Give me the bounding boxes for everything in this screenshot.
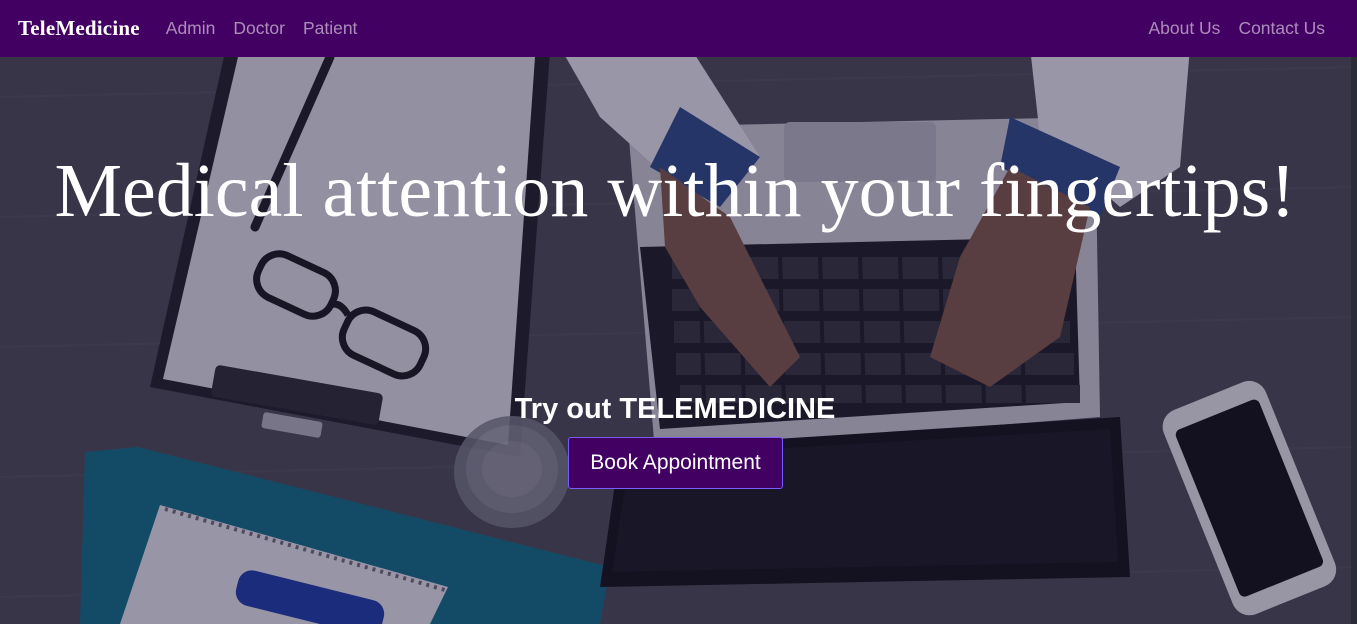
nav-left-links: Admin Doctor Patient xyxy=(166,18,376,39)
nav-link-admin[interactable]: Admin xyxy=(166,18,216,39)
cta-tagline: Try out TELEMEDICINE xyxy=(514,393,836,425)
navbar: TeleMedicine Admin Doctor Patient About … xyxy=(0,0,1357,57)
book-appointment-button[interactable]: Book Appointment xyxy=(568,437,783,489)
nav-link-patient[interactable]: Patient xyxy=(303,18,357,39)
page-scrollbar[interactable] xyxy=(1351,57,1357,624)
nav-right-links: About Us Contact Us xyxy=(1148,18,1339,39)
hero-dark-overlay xyxy=(0,57,1357,624)
nav-link-about-us[interactable]: About Us xyxy=(1148,18,1220,39)
nav-link-contact-us[interactable]: Contact Us xyxy=(1238,18,1325,39)
hero-section: Medical attention within your fingertips… xyxy=(0,57,1357,624)
nav-link-doctor[interactable]: Doctor xyxy=(233,18,285,39)
hero-title: Medical attention within your fingertips… xyxy=(54,149,1296,233)
brand-logo[interactable]: TeleMedicine xyxy=(18,16,140,41)
